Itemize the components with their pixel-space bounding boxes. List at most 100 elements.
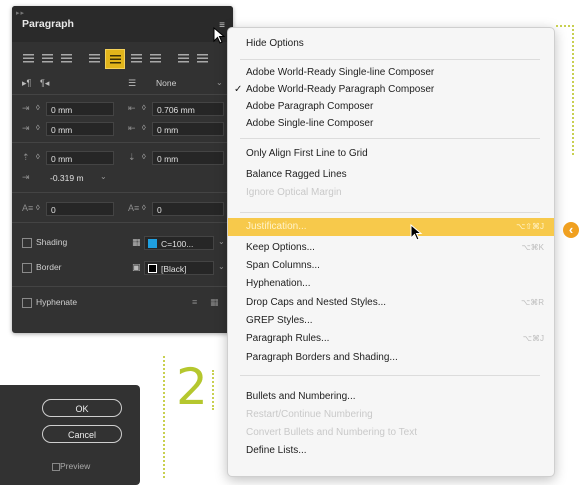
menu-item-ignore-optical-margin: Ignore Optical Margin: [228, 185, 554, 201]
grid-icon[interactable]: ▦: [210, 297, 219, 308]
menu-shortcut: ⌥⌘K: [521, 243, 544, 252]
menu-item-convert-numbering: Convert Bullets and Numbering to Text: [228, 425, 554, 441]
shading-label: Shading: [36, 237, 68, 247]
list-type-select[interactable]: None: [156, 78, 176, 88]
justify-left-icon[interactable]: [86, 50, 102, 66]
menu-item-bullets-numbering[interactable]: Bullets and Numbering...: [228, 389, 554, 405]
menu-item-label: Drop Caps and Nested Styles...: [246, 297, 387, 308]
shading-color-select[interactable]: C=100...: [144, 236, 214, 250]
justify-center-icon[interactable]: [105, 49, 125, 69]
menu-item-label: Convert Bullets and Numbering to Text: [246, 427, 418, 438]
ok-button[interactable]: OK: [42, 399, 122, 417]
align-away-spine-icon[interactable]: [194, 50, 210, 66]
menu-shortcut: ⌥⌘J: [522, 334, 544, 343]
divider: [12, 94, 233, 95]
stepper-icon[interactable]: ◊: [142, 123, 146, 132]
menu-item-label: Only Align First Line to Grid: [246, 148, 368, 159]
chevron-down-icon[interactable]: ⌄: [100, 172, 107, 181]
first-line-indent-icon: ⇥: [22, 123, 30, 133]
indent-icon: ⇥: [22, 172, 30, 182]
shading-checkbox[interactable]: [22, 238, 32, 248]
hyphenate-checkbox[interactable]: [22, 298, 32, 308]
stepper-icon[interactable]: ◊: [36, 103, 40, 112]
first-line-indent-field[interactable]: 0 mm: [46, 122, 114, 136]
chevron-down-icon[interactable]: ⌄: [216, 78, 223, 87]
menu-item-hide-options[interactable]: Hide Options: [228, 36, 554, 52]
menu-item-label: Keep Options...: [246, 242, 315, 253]
menu-item-label: Adobe Paragraph Composer: [246, 101, 374, 112]
menu-item-paragraph-rules[interactable]: Paragraph Rules... ⌥⌘J: [228, 331, 554, 347]
menu-item-align-first-line[interactable]: Only Align First Line to Grid: [228, 146, 554, 162]
menu-item-drop-caps[interactable]: Drop Caps and Nested Styles... ⌥⌘R: [228, 295, 554, 311]
shading-settings-icon[interactable]: ▦: [132, 237, 141, 248]
justify-all-icon[interactable]: [147, 50, 163, 66]
menu-item-define-lists[interactable]: Define Lists...: [228, 443, 554, 459]
menu-item-world-ready-paragraph[interactable]: ✓ Adobe World-Ready Paragraph Composer: [228, 82, 554, 98]
mouse-cursor-icon: [213, 27, 226, 44]
right-indent-field[interactable]: 0.706 mm: [152, 102, 224, 116]
chevron-down-icon[interactable]: ⌄: [218, 237, 225, 246]
menu-item-label: Hide Options: [246, 38, 304, 49]
menu-item-label: Span Columns...: [246, 260, 320, 271]
space-after-field[interactable]: 0 mm: [152, 151, 224, 165]
menu-item-balance-ragged-lines[interactable]: Balance Ragged Lines: [228, 167, 554, 183]
left-indent-field[interactable]: 0 mm: [46, 102, 114, 116]
menu-shortcut: ⌥⌘R: [521, 298, 544, 307]
border-color-select[interactable]: [Black]: [144, 261, 214, 275]
alignment-row: [20, 49, 226, 69]
stepper-icon[interactable]: ◊: [36, 203, 40, 212]
align-right-icon[interactable]: [58, 50, 74, 66]
panel-titlebar[interactable]: ▸▸ Paragraph ≡: [12, 6, 233, 42]
menu-item-paragraph-composer[interactable]: Adobe Paragraph Composer: [228, 99, 554, 115]
align-center-icon[interactable]: [39, 50, 55, 66]
cancel-button[interactable]: Cancel: [42, 425, 122, 443]
menu-item-world-ready-single-line[interactable]: Adobe World-Ready Single-line Composer: [228, 65, 554, 81]
menu-item-borders-shading[interactable]: Paragraph Borders and Shading...: [228, 350, 554, 366]
guide-line: [556, 25, 574, 27]
menu-item-restart-numbering: Restart/Continue Numbering: [228, 407, 554, 423]
space-before-field[interactable]: 0 mm: [46, 151, 114, 165]
shading-row: Shading ▦ C=100... ⌄: [20, 233, 226, 253]
align-to-grid-icon[interactable]: ≡: [192, 297, 197, 307]
menu-item-keep-options[interactable]: Keep Options... ⌥⌘K: [228, 240, 554, 256]
menu-item-label: Restart/Continue Numbering: [246, 409, 373, 420]
chevron-down-icon[interactable]: ⌄: [218, 262, 225, 271]
checkmark-icon: ✓: [234, 84, 243, 95]
border-checkbox[interactable]: [22, 263, 32, 273]
align-left-icon[interactable]: [20, 50, 36, 66]
menu-divider: [240, 59, 540, 60]
justify-right-icon[interactable]: [128, 50, 144, 66]
paragraph-panel-menu: Hide Options Adobe World-Ready Single-li…: [227, 27, 555, 477]
stepper-icon[interactable]: ◊: [36, 123, 40, 132]
divider: [12, 222, 233, 223]
menu-item-label: Balance Ragged Lines: [246, 169, 347, 180]
rtl-paragraph-icon[interactable]: ¶◂: [40, 78, 49, 89]
menu-item-single-line-composer[interactable]: Adobe Single-line Composer: [228, 116, 554, 132]
menu-shortcut: ⌥⇧⌘J: [516, 222, 544, 231]
align-towards-spine-icon[interactable]: [175, 50, 191, 66]
preview-checkbox[interactable]: [52, 463, 60, 471]
stepper-icon[interactable]: ◊: [36, 152, 40, 161]
menu-item-label: Adobe World-Ready Paragraph Composer: [246, 84, 435, 95]
last-line-indent-field[interactable]: 0 mm: [152, 122, 224, 136]
menu-item-span-columns[interactable]: Span Columns...: [228, 258, 554, 274]
drop-cap-chars-field[interactable]: 0: [152, 202, 224, 216]
border-settings-icon[interactable]: ▣: [132, 262, 141, 273]
preview-label: Preview: [60, 461, 91, 471]
menu-item-label: Adobe Single-line Composer: [246, 118, 374, 129]
hyphenate-label: Hyphenate: [36, 297, 78, 307]
stepper-icon[interactable]: ◊: [142, 152, 146, 161]
stepper-icon[interactable]: ◊: [142, 103, 146, 112]
guide-line: [572, 25, 574, 155]
menu-item-hyphenation[interactable]: Hyphenation...: [228, 276, 554, 292]
ltr-paragraph-icon[interactable]: ▸¶: [22, 78, 31, 89]
border-label: Border: [36, 262, 62, 272]
menu-item-justification[interactable]: Justification... ⌥⇧⌘J: [228, 218, 554, 236]
menu-item-grep-styles[interactable]: GREP Styles...: [228, 313, 554, 329]
paragraph-panel: ▸▸ Paragraph ≡ ▸¶ ¶◂ ☰ None ⌄ ⇥ ◊ 0 mm ⇤…: [12, 6, 233, 333]
cyan-swatch: [148, 239, 157, 248]
menu-item-label: Define Lists...: [246, 445, 307, 456]
stepper-icon[interactable]: ◊: [142, 203, 146, 212]
mouse-cursor-icon: [410, 224, 423, 241]
drop-cap-lines-field[interactable]: 0: [46, 202, 114, 216]
